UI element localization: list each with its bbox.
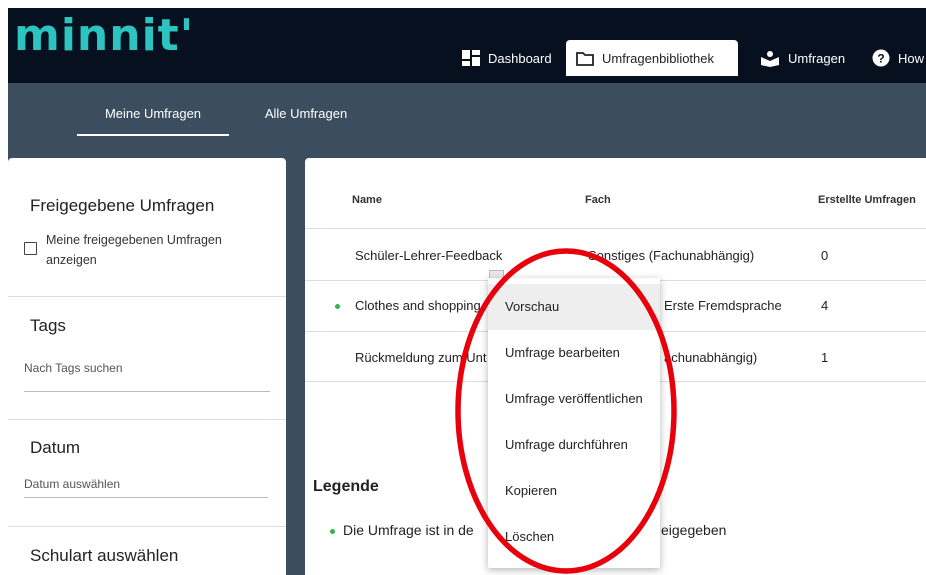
tags-filter-title: Tags: [30, 316, 66, 335]
svg-text:?: ?: [877, 52, 884, 66]
help-icon: ?: [872, 49, 890, 67]
nav-umfragenbibliothek-label: Umfragenbibliothek: [602, 50, 715, 66]
divider: [8, 526, 286, 527]
row-3-name[interactable]: Rückmeldung zum Unt: [355, 350, 487, 365]
menu-item-vorschau[interactable]: Vorschau: [488, 284, 660, 330]
tags-search-underline: [24, 391, 270, 392]
row-1-fach: Sonstiges (Fachunabhängig): [588, 248, 755, 263]
legend-item-end: eigegeben: [661, 522, 727, 538]
tab-alle-umfragen[interactable]: Alle Umfragen: [258, 83, 354, 140]
menu-item-umfrage-bearbeiten[interactable]: Umfrage bearbeiten: [488, 330, 660, 376]
row-2-count: 4: [821, 298, 829, 313]
shared-surveys-checkbox[interactable]: [24, 242, 37, 255]
row-2-name[interactable]: Clothes and shopping: [355, 298, 481, 313]
row-3-count: 1: [821, 350, 829, 365]
row-2-fach: Erste Fremdsprache: [664, 298, 782, 313]
date-picker-underline: [24, 497, 268, 498]
context-menu: Vorschau Umfrage bearbeiten Umfrage verö…: [488, 278, 660, 568]
shared-surveys-checkbox-label[interactable]: Meine freigegebenen Umfragen anzeigen: [46, 230, 256, 270]
nav-dashboard[interactable]: Dashboard: [452, 40, 562, 76]
menu-item-umfrage-durchfuehren[interactable]: Umfrage durchführen: [488, 422, 660, 468]
legend-title: Legende: [313, 478, 379, 495]
menu-item-umfrage-veroeffentlichen[interactable]: Umfrage veröffentlichen: [488, 376, 660, 422]
date-filter-title: Datum: [30, 438, 81, 457]
tab-meine-umfragen[interactable]: Meine Umfragen: [77, 83, 229, 140]
menu-item-kopieren[interactable]: Kopieren: [488, 468, 660, 514]
shared-status-dot: [335, 304, 340, 309]
row-1-count: 0: [821, 248, 829, 263]
folder-icon: [576, 51, 594, 66]
nav-how[interactable]: ? How: [862, 40, 926, 76]
nav-umfragen-label: Umfragen: [788, 50, 846, 66]
date-picker-input[interactable]: Datum auswählen: [24, 477, 120, 491]
dashboard-icon: [462, 50, 480, 66]
divider: [8, 296, 286, 297]
table-header-divider: [305, 228, 926, 229]
school-type-filter-title[interactable]: Schulart auswählen: [30, 546, 178, 566]
shared-filter-title: Freigegebene Umfragen: [30, 196, 215, 215]
nav-umfragen[interactable]: Umfragen: [750, 40, 855, 76]
nav-umfragenbibliothek[interactable]: Umfragenbibliothek: [566, 40, 738, 76]
sub-nav-bar: Meine Umfragen Alle Umfragen: [8, 83, 926, 140]
legend-item-start: Die Umfrage ist in de: [343, 522, 474, 538]
app-logo[interactable]: minnit': [14, 14, 194, 58]
nav-how-label: How: [898, 50, 925, 66]
nav-dashboard-label: Dashboard: [488, 50, 552, 66]
column-header-erstellte-umfragen[interactable]: Erstellte Umfragen: [818, 194, 916, 206]
column-header-fach[interactable]: Fach: [585, 194, 611, 206]
legend-status-dot: [330, 529, 335, 534]
column-header-name[interactable]: Name: [352, 194, 382, 206]
menu-item-loeschen[interactable]: Löschen: [488, 514, 660, 560]
row-3-fach: achunabhängig): [664, 350, 758, 365]
divider: [8, 419, 286, 420]
row-1-name[interactable]: Schüler-Lehrer-Feedback: [355, 248, 502, 263]
tags-search-input[interactable]: Nach Tags suchen: [24, 361, 123, 375]
survey-icon: [761, 50, 779, 67]
